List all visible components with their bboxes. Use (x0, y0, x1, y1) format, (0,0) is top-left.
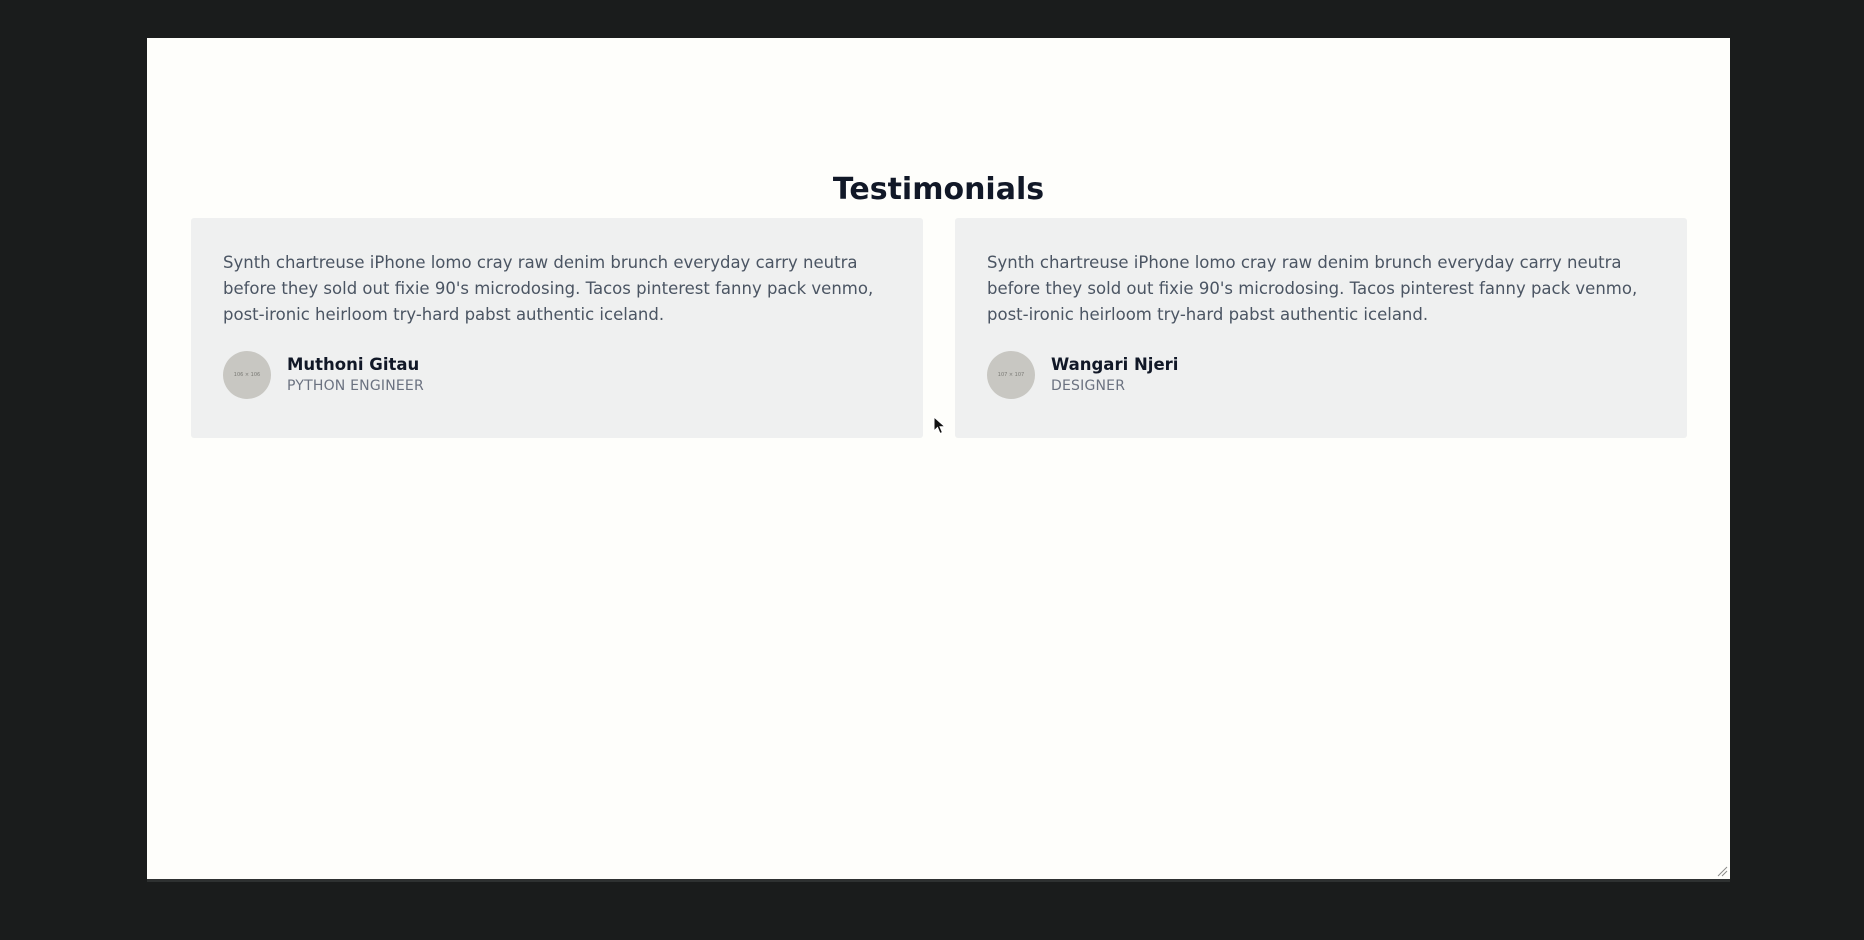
resize-grip-icon[interactable] (1716, 865, 1728, 877)
author-name: Muthoni Gitau (287, 355, 420, 374)
testimonial-card: Synth chartreuse iPhone lomo cray raw de… (191, 218, 923, 438)
testimonial-quote: Synth chartreuse iPhone lomo cray raw de… (987, 253, 1638, 324)
avatar-placeholder-text: 106 × 106 (233, 372, 261, 378)
page-viewport: Testimonials Synth chartreuse iPhone lom… (147, 38, 1730, 882)
avatar: 106 × 106 (223, 351, 271, 399)
author-details: Muthoni Gitau PYTHON ENGINEER (287, 354, 424, 396)
author-role: PYTHON ENGINEER (287, 378, 424, 394)
testimonial-card: Synth chartreuse iPhone lomo cray raw de… (955, 218, 1687, 438)
page-title: Testimonials (832, 172, 1045, 207)
author-name: Wangari Njeri (1051, 355, 1179, 374)
avatar-placeholder-text: 107 × 107 (997, 372, 1025, 378)
testimonial-author: 106 × 106 Muthoni Gitau PYTHON ENGINEER (223, 351, 424, 399)
testimonial-author: 107 × 107 Wangari Njeri DESIGNER (987, 351, 1178, 399)
author-role: DESIGNER (1051, 378, 1126, 394)
avatar: 107 × 107 (987, 351, 1035, 399)
testimonial-quote: Synth chartreuse iPhone lomo cray raw de… (223, 253, 874, 324)
author-details: Wangari Njeri DESIGNER (1051, 354, 1178, 396)
mouse-pointer-icon (933, 416, 947, 435)
